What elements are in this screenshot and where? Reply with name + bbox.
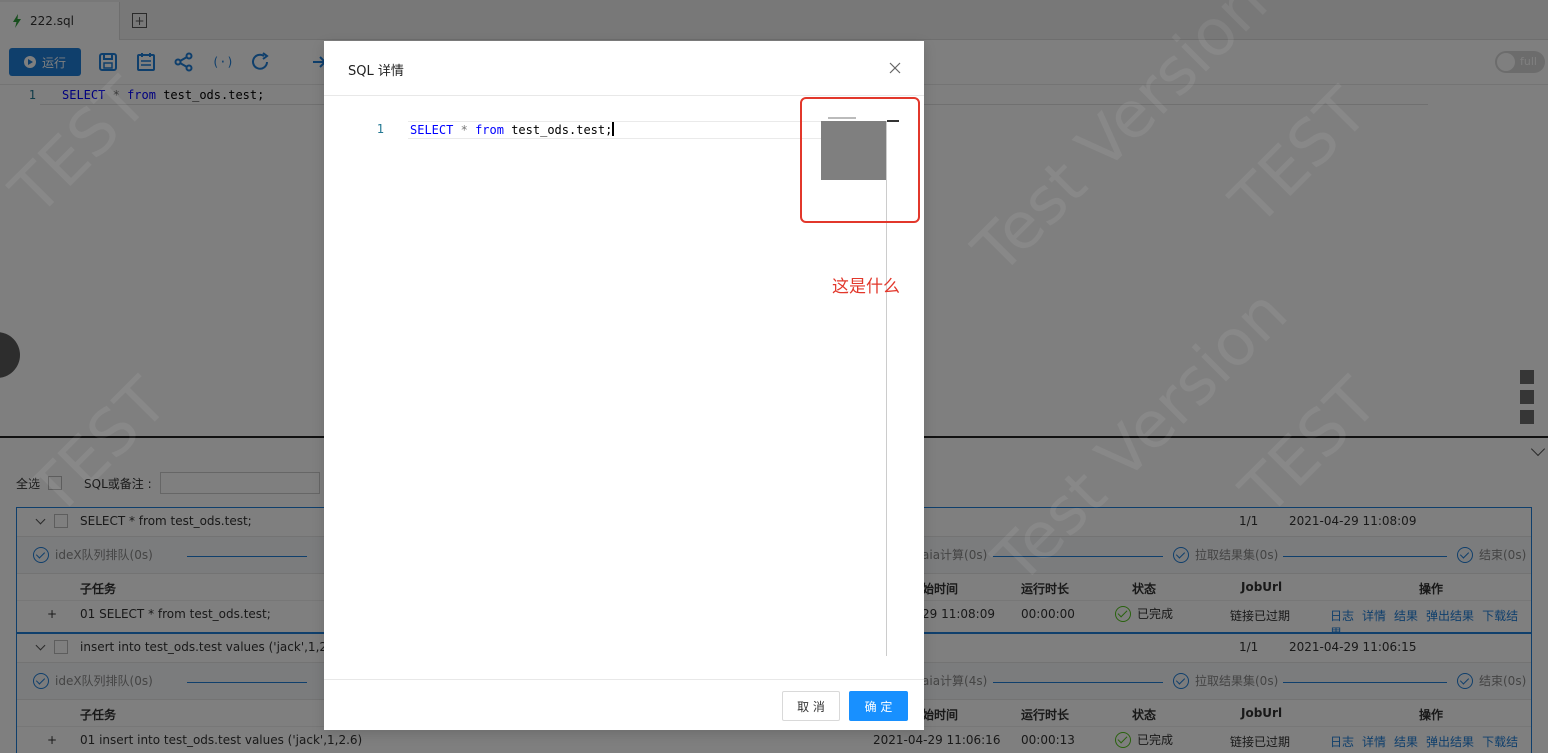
sql-detail-modal: SQL 详情 1 SELECT * from test_ods.test; 这是…	[324, 41, 924, 730]
modal-footer: 取 消 确 定	[324, 679, 924, 730]
cancel-button[interactable]: 取 消	[782, 691, 840, 721]
code-text: SELECT * from test_ods.test;	[410, 122, 615, 137]
modal-header: SQL 详情	[324, 41, 924, 96]
line-number: 1	[376, 122, 384, 136]
modal-code-line: 1 SELECT * from test_ods.test;	[324, 122, 615, 140]
annotation-highlight-box	[800, 97, 920, 223]
text-cursor	[612, 122, 615, 136]
ok-button[interactable]: 确 定	[849, 691, 908, 721]
close-icon[interactable]	[889, 62, 901, 74]
annotation-note: 这是什么	[832, 277, 900, 297]
modal-title: SQL 详情	[348, 64, 404, 79]
